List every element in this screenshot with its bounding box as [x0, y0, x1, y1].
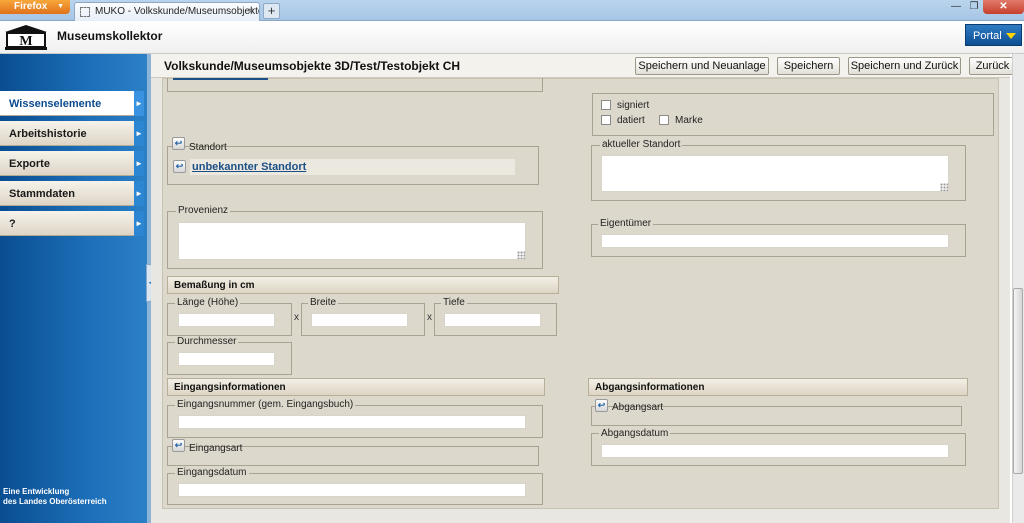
back-button[interactable]: Zurück [969, 57, 1016, 75]
firefox-menu-button[interactable]: Firefox ▼ [0, 0, 70, 14]
caret-down-icon [1006, 33, 1016, 39]
credit-line-1: Eine Entwicklung [3, 487, 70, 496]
times-symbol: x [294, 312, 299, 323]
signiert-label: signiert [617, 100, 650, 111]
standort-label: Standort [189, 142, 227, 153]
chevron-right-icon: ► [134, 151, 144, 176]
bemassung-section-header: Bemaßung in cm [167, 276, 559, 294]
tab-title: MUKO - Volkskunde/Museumsobjekte 3... [95, 6, 260, 17]
abgangsdatum-field[interactable] [601, 444, 949, 458]
abgangsart-label: Abgangsart [612, 402, 664, 413]
link-arrow-icon[interactable]: ↩ [173, 160, 186, 173]
tiefe-field[interactable] [444, 313, 541, 327]
chevron-down-icon: ▼ [57, 3, 64, 10]
link-arrow-icon[interactable]: ↩ [172, 137, 185, 150]
breite-label: Breite [308, 297, 339, 308]
marking-group-box [592, 93, 994, 136]
app-title: Museumskollektor [57, 29, 163, 43]
sidebar-item-exporte[interactable]: Exporte ► [0, 151, 144, 176]
marke-checkbox[interactable] [659, 115, 669, 125]
breite-field[interactable] [311, 313, 408, 327]
close-tab-icon[interactable]: × [248, 6, 254, 17]
svg-text:M: M [19, 34, 32, 49]
sidebar-item-help[interactable]: ? ► [0, 211, 144, 236]
page-icon [80, 7, 90, 17]
credit-line-2: des Landes Oberösterreich [3, 497, 107, 506]
maximize-window-button[interactable]: ❐ [965, 0, 983, 14]
credit-text: Eine Entwicklung des Landes Oberösterrei… [3, 487, 107, 507]
provenienz-label: Provenienz [176, 205, 231, 216]
firefox-menu-label: Firefox [14, 1, 48, 12]
sidebar-item-label: ? [9, 218, 16, 230]
sidebar-item-wissenselemente[interactable]: Wissenselemente ► [0, 91, 144, 116]
resize-grip-icon[interactable] [517, 251, 525, 259]
chevron-right-icon: ► [134, 181, 144, 206]
laenge-label: Länge (Höhe) [175, 297, 241, 308]
sidebar: Wissenselemente ► Arbeitshistorie ► Expo… [0, 54, 147, 523]
times-symbol: x [427, 312, 432, 323]
standort-link[interactable]: unbekannter Standort [190, 159, 515, 175]
datiert-label: datiert [617, 115, 645, 126]
durchmesser-label: Durchmesser [175, 336, 239, 347]
abgangsdatum-label: Abgangsdatum [599, 428, 671, 439]
portal-label: Portal [973, 30, 1002, 42]
save-and-new-button[interactable]: Speichern und Neuanlage [635, 57, 769, 75]
link-arrow-icon[interactable]: ↩ [595, 399, 608, 412]
scrolled-group-box [167, 78, 543, 92]
signiert-checkbox[interactable] [601, 100, 611, 110]
marke-label: Marke [675, 115, 703, 126]
eingangsdatum-label: Eingangsdatum [175, 467, 249, 478]
chevron-right-icon: ► [134, 211, 144, 236]
eigentuemer-label: Eigentümer [598, 218, 654, 229]
eingang-section-header: Eingangsinformationen [167, 378, 545, 396]
chevron-right-icon: ► [134, 91, 144, 116]
museum-logo-icon: M [5, 25, 47, 50]
minimize-window-button[interactable]: — [947, 0, 965, 14]
sidebar-item-label: Arbeitshistorie [9, 128, 87, 140]
portal-dropdown[interactable]: Portal [965, 24, 1022, 46]
page-title: Volkskunde/Museumsobjekte 3D/Test/Testob… [164, 59, 461, 73]
sidebar-item-stammdaten[interactable]: Stammdaten ► [0, 181, 144, 206]
eingangsdatum-field[interactable] [178, 483, 526, 497]
laenge-field[interactable] [178, 313, 275, 327]
browser-tabbar: Firefox ▼ MUKO - Volkskunde/Museumsobjek… [0, 0, 1024, 21]
link-arrow-icon[interactable]: ↩ [172, 439, 185, 452]
new-tab-button[interactable]: + [263, 3, 280, 19]
tiefe-label: Tiefe [441, 297, 467, 308]
durchmesser-field[interactable] [178, 352, 275, 366]
aktueller-standort-label: aktueller Standort [600, 139, 683, 150]
app-header: M Museumskollektor Portal [0, 21, 1024, 54]
eigentuemer-field[interactable] [601, 234, 949, 248]
scrollbar-thumb[interactable] [1013, 288, 1023, 474]
eingangsart-label: Eingangsart [189, 443, 243, 454]
datiert-checkbox[interactable] [601, 115, 611, 125]
resize-grip-icon[interactable] [940, 183, 948, 191]
chevron-right-icon: ► [134, 121, 144, 146]
provenienz-textarea[interactable] [178, 222, 526, 260]
sidebar-item-label: Wissenselemente [9, 98, 102, 110]
sidebar-item-label: Stammdaten [9, 188, 76, 200]
save-and-back-button[interactable]: Speichern und Zurück [848, 57, 961, 75]
abgang-section-header: Abgangsinformationen [588, 378, 968, 396]
close-window-button[interactable]: ✕ [983, 0, 1024, 14]
save-button[interactable]: Speichern [777, 57, 840, 75]
eingangsnummer-field[interactable] [178, 415, 526, 429]
sidebar-item-arbeitshistorie[interactable]: Arbeitshistorie ► [0, 121, 144, 146]
scrolled-link-fragment [173, 78, 268, 80]
aktueller-standort-textarea[interactable] [601, 155, 949, 192]
browser-tab[interactable]: MUKO - Volkskunde/Museumsobjekte 3... × [74, 2, 260, 21]
eingangsnummer-label: Eingangsnummer (gem. Eingangsbuch) [175, 399, 356, 410]
sidebar-item-label: Exporte [9, 158, 50, 170]
